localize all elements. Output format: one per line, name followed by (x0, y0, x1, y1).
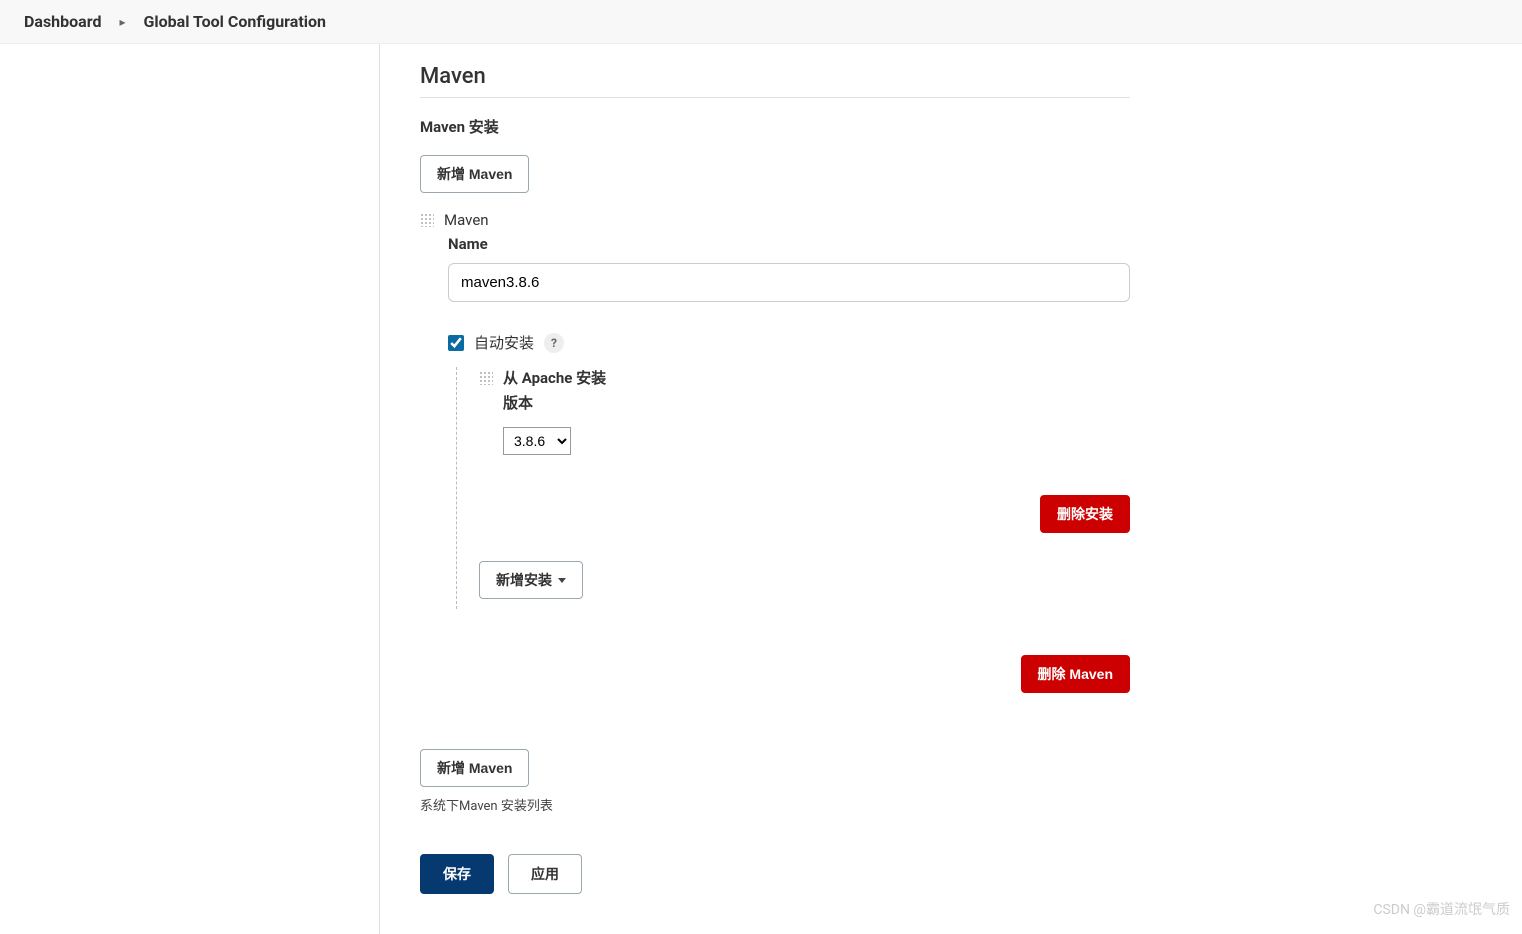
apply-button[interactable]: 应用 (508, 854, 582, 894)
sidebar (0, 44, 380, 934)
installer-title: 从 Apache 安装 (503, 367, 606, 388)
installer-block: 从 Apache 安装 版本 3.8.6 删除安装 新增安装 (456, 367, 1130, 609)
tool-type-label: Maven (444, 211, 489, 229)
save-button[interactable]: 保存 (420, 854, 494, 894)
add-maven-button-top[interactable]: 新增 Maven (420, 155, 529, 193)
section-title-maven: Maven (420, 64, 1130, 98)
maven-install-heading: Maven 安装 (420, 116, 1130, 137)
chevron-down-icon (558, 578, 566, 583)
maven-tool-block: Maven Name 自动安装 ? 从 Apache 安装 版本 3.8.6 (420, 211, 1130, 693)
maven-name-input[interactable] (448, 263, 1130, 302)
breadcrumb: Dashboard ▸ Global Tool Configuration (0, 0, 1522, 44)
add-maven-button-bottom[interactable]: 新增 Maven (420, 749, 529, 787)
name-field-label: Name (448, 235, 1130, 253)
breadcrumb-dashboard[interactable]: Dashboard (24, 12, 101, 31)
drag-handle-icon[interactable] (479, 371, 493, 385)
delete-maven-button[interactable]: 删除 Maven (1021, 655, 1130, 693)
version-select[interactable]: 3.8.6 (503, 427, 571, 455)
breadcrumb-global-tool-config[interactable]: Global Tool Configuration (143, 12, 326, 31)
auto-install-label: 自动安装 (474, 332, 534, 353)
main-content: Maven Maven 安装 新增 Maven Maven Name 自动安装 … (380, 44, 1170, 934)
help-icon[interactable]: ? (544, 333, 564, 353)
chevron-right-icon: ▸ (119, 15, 125, 29)
add-installer-label: 新增安装 (496, 570, 552, 590)
auto-install-checkbox[interactable] (448, 335, 464, 351)
add-installer-button[interactable]: 新增安装 (479, 561, 583, 599)
footer-buttons: 保存 应用 (420, 854, 1130, 894)
delete-installer-button[interactable]: 删除安装 (1040, 495, 1130, 533)
maven-list-help-text: 系统下Maven 安装列表 (420, 795, 1130, 814)
drag-handle-icon[interactable] (420, 213, 434, 227)
version-label: 版本 (503, 392, 1130, 413)
